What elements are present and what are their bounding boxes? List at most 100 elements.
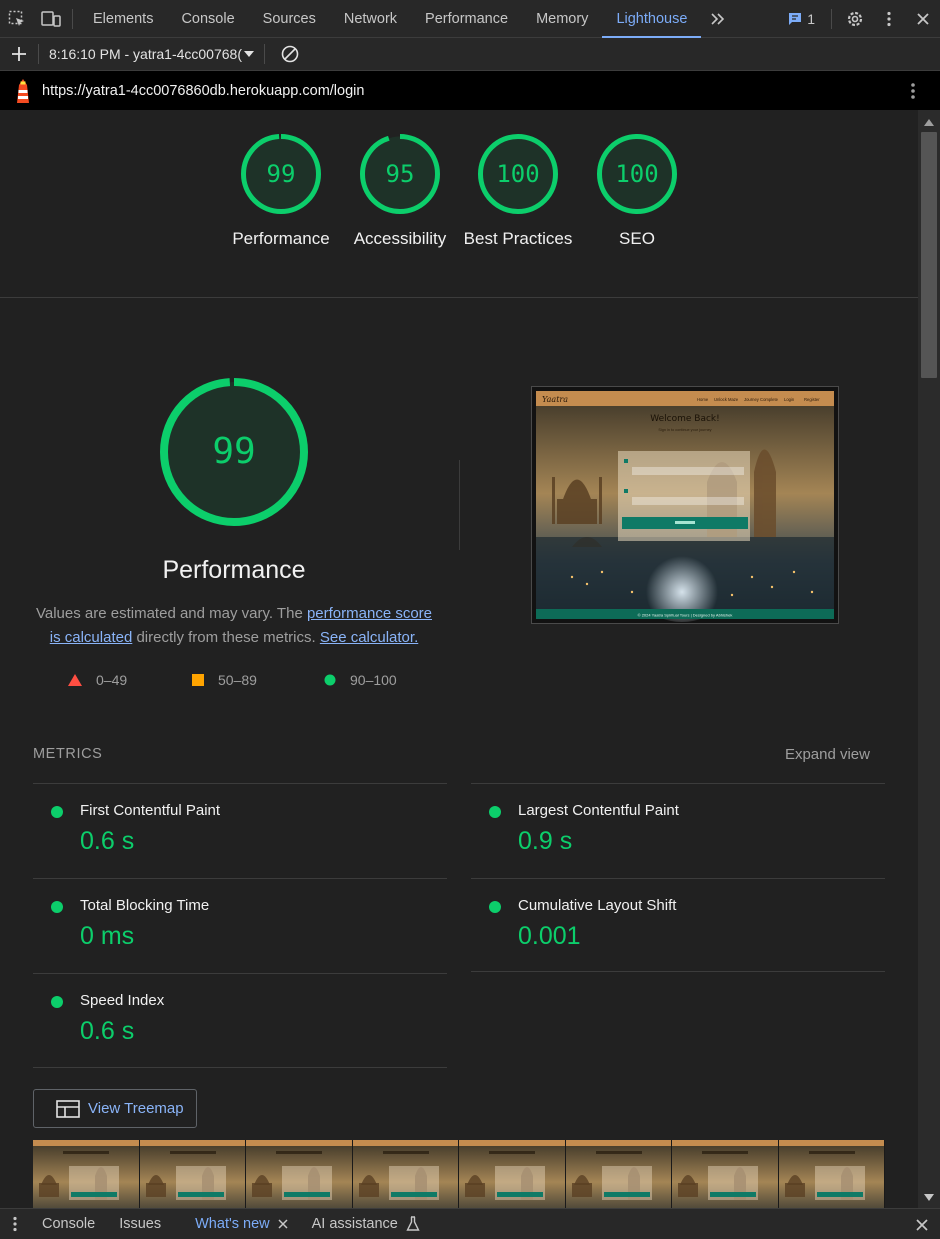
drawer-tab-whats-new[interactable]: What's new xyxy=(183,1209,300,1239)
filmstrip-frame xyxy=(672,1140,779,1208)
pass-dot-icon xyxy=(51,901,63,913)
pass-dot-icon xyxy=(489,901,501,913)
legend-fail: 0–49 xyxy=(68,672,127,688)
shot-nav-item: Journey Complete xyxy=(744,397,779,402)
legend-range: 0–49 xyxy=(96,672,128,688)
red-triangle-icon xyxy=(68,674,82,686)
report-url-bar: https://yatra1-4cc0076860db.herokuapp.co… xyxy=(0,71,940,110)
close-drawer-icon[interactable] xyxy=(916,1218,928,1236)
tab-network[interactable]: Network xyxy=(330,0,411,38)
metric-total-blocking-time: Total Blocking Time 0 ms xyxy=(33,878,447,973)
metrics-header: METRICS xyxy=(33,746,103,762)
metric-value: 0 ms xyxy=(80,922,135,950)
devtools-tabbar: Elements Console Sources Network Perform… xyxy=(0,0,940,38)
gauge-accessibility[interactable]: 95 Accessibility xyxy=(341,134,459,251)
legend-average: 50–89 xyxy=(192,672,257,688)
metric-divider xyxy=(471,971,885,972)
pass-dot-icon xyxy=(489,806,501,818)
lighthouse-logo-icon xyxy=(12,77,34,105)
drawer-tab-label: Console xyxy=(42,1216,96,1232)
drawer-tab-ai-assistance[interactable]: AI assistance xyxy=(300,1209,432,1239)
dropdown-arrow-icon xyxy=(244,51,254,57)
gauge-score: 95 xyxy=(385,160,415,188)
filmstrip-frame xyxy=(139,1140,246,1208)
gauge-ring: 100 xyxy=(597,134,677,214)
tabbar-right: 1 xyxy=(775,0,940,38)
performance-big-score: 99 xyxy=(212,431,256,472)
pass-dot-icon xyxy=(51,806,63,818)
tab-lighthouse[interactable]: Lighthouse xyxy=(602,0,702,38)
metric-name: Total Blocking Time xyxy=(80,897,210,914)
close-devtools-icon[interactable] xyxy=(906,0,940,38)
score-gauges: 99 Performance 95 Accessibility 100 Best… xyxy=(0,110,918,298)
orange-square-icon xyxy=(192,674,204,686)
filmstrip-frame xyxy=(352,1140,459,1208)
select-element-icon[interactable] xyxy=(0,0,34,38)
report-scrollbar-thumb[interactable] xyxy=(921,132,937,378)
metric-name: First Contentful Paint xyxy=(80,802,221,819)
shot-nav-item: Home xyxy=(697,397,709,402)
metric-divider xyxy=(33,1067,447,1068)
more-tabs-chevron-icon[interactable] xyxy=(701,0,735,38)
tab-performance[interactable]: Performance xyxy=(411,0,522,38)
flask-icon xyxy=(406,1216,420,1231)
filmstrip xyxy=(33,1140,885,1208)
new-report-plus-icon[interactable] xyxy=(0,38,38,71)
tab-elements[interactable]: Elements xyxy=(79,0,167,38)
drawer-tab-console[interactable]: Console xyxy=(30,1209,107,1239)
filmstrip-frame xyxy=(246,1140,353,1208)
issues-button[interactable]: 1 xyxy=(775,11,827,27)
scroll-up-arrow-icon[interactable] xyxy=(923,114,935,126)
gauge-best-practices[interactable]: 100 Best Practices xyxy=(459,134,577,251)
more-options-icon[interactable] xyxy=(872,0,906,38)
performance-big-gauge: 99 xyxy=(160,378,308,526)
shot-nav-item: Login xyxy=(784,397,795,402)
green-circle-icon xyxy=(324,674,336,686)
drawer-tab-issues[interactable]: Issues xyxy=(107,1209,173,1239)
tab-memory[interactable]: Memory xyxy=(522,0,602,38)
gauge-label: Best Practices xyxy=(463,229,573,248)
see-calculator-link[interactable]: See calculator. xyxy=(320,629,418,646)
gauge-ring: 95 xyxy=(360,134,440,214)
filmstrip-frame xyxy=(33,1140,140,1208)
filmstrip-frame xyxy=(459,1140,566,1208)
session-label: 8:16:10 PM - yatra1-4cc00768( xyxy=(49,46,242,62)
gauge-label: SEO xyxy=(619,229,655,248)
tabbar-right-divider xyxy=(831,9,832,29)
treemap-label: View Treemap xyxy=(88,1100,184,1117)
report-url: https://yatra1-4cc0076860db.herokuapp.co… xyxy=(42,82,365,99)
gauge-score: 100 xyxy=(496,160,540,188)
metric-value: 0.9 s xyxy=(518,827,573,855)
tab-sources[interactable]: Sources xyxy=(249,0,330,38)
gauge-performance[interactable]: 99 Performance xyxy=(222,134,340,251)
legend-range: 50–89 xyxy=(218,672,257,688)
clear-reports-icon[interactable] xyxy=(265,38,315,71)
close-tab-icon[interactable] xyxy=(278,1219,288,1229)
filmstrip-frame xyxy=(565,1140,672,1208)
report-session-select[interactable]: 8:16:10 PM - yatra1-4cc00768( xyxy=(39,38,254,71)
gauge-seo[interactable]: 100 SEO xyxy=(578,134,696,251)
shot-heading: Welcome Back! xyxy=(650,414,720,424)
final-screenshot[interactable]: Yaatra Home Unlock Maze Journey Complete… xyxy=(531,386,839,624)
shot-nav-item: Register xyxy=(804,397,820,402)
gauge-score: 100 xyxy=(615,160,659,188)
section-divider xyxy=(459,460,460,550)
gauge-label: Performance xyxy=(232,229,330,248)
metric-first-contentful-paint: First Contentful Paint 0.6 s xyxy=(33,783,447,878)
device-toolbar-icon[interactable] xyxy=(34,0,68,38)
gauge-ring: 99 xyxy=(241,134,321,214)
tab-console[interactable]: Console xyxy=(167,0,248,38)
treemap-icon xyxy=(56,1099,80,1118)
pass-dot-icon xyxy=(51,996,63,1008)
drawer-menu-icon[interactable] xyxy=(0,1216,30,1232)
expand-view-button[interactable]: Expand view xyxy=(785,746,870,763)
shot-footer: © 2024 Yaatra Spiritual Tours | Designed… xyxy=(638,613,733,618)
gauge-ring: 100 xyxy=(478,134,558,214)
legend-pass: 90–100 xyxy=(324,672,397,688)
view-treemap-button[interactable]: View Treemap xyxy=(33,1089,197,1128)
metric-value: 0.001 xyxy=(518,922,581,950)
report-menu-icon[interactable] xyxy=(910,82,916,105)
lighthouse-toolbar: 8:16:10 PM - yatra1-4cc00768( xyxy=(0,38,940,71)
settings-gear-icon[interactable] xyxy=(838,0,872,38)
scroll-down-arrow-icon[interactable] xyxy=(923,1190,935,1201)
